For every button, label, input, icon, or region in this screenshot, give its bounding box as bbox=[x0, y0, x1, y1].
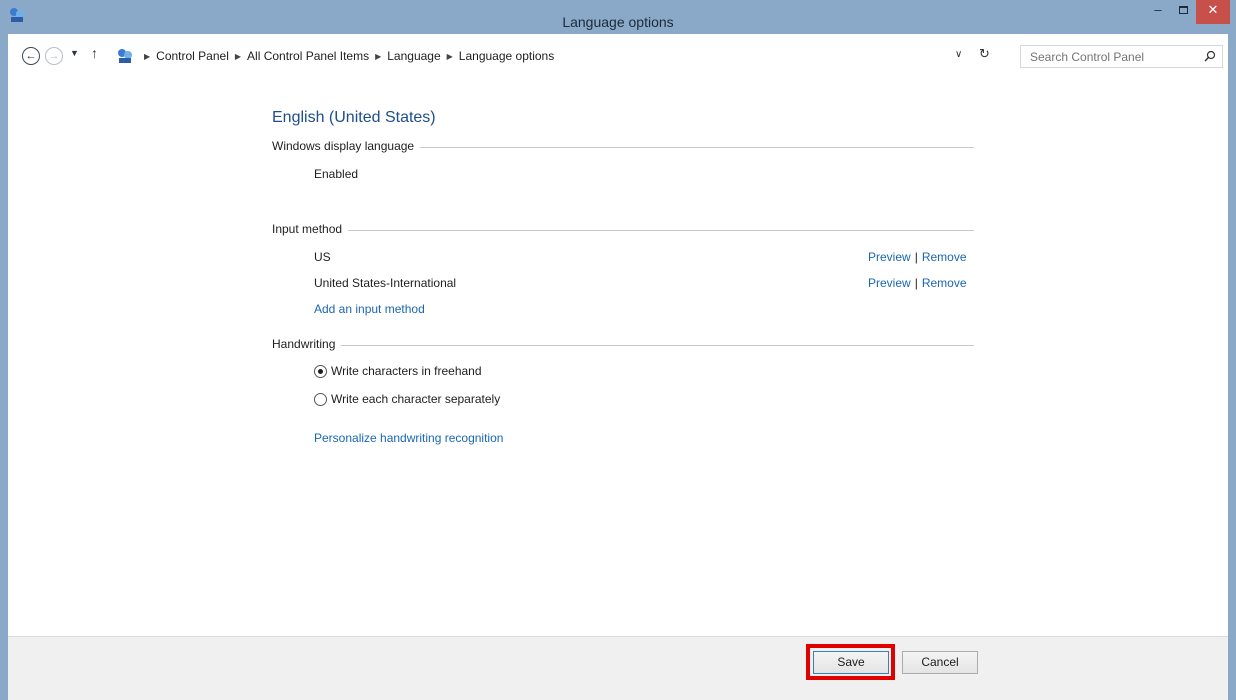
main-content: English (United States) Windows display … bbox=[8, 78, 1228, 636]
radio-label[interactable]: Write each character separately bbox=[331, 392, 500, 406]
radio-label[interactable]: Write characters in freehand bbox=[331, 364, 482, 378]
page-title: English (United States) bbox=[272, 109, 436, 126]
section-heading: Windows display language bbox=[272, 139, 421, 153]
chevron-right-icon[interactable]: ▶ bbox=[235, 52, 241, 61]
section-heading: Handwriting bbox=[272, 337, 342, 351]
link-separator: | bbox=[914, 250, 918, 264]
breadcrumb-control-panel[interactable]: Control Panel bbox=[156, 49, 229, 63]
handwriting-option-freehand[interactable]: Write characters in freehand bbox=[314, 364, 482, 378]
input-method-name: United States-International bbox=[314, 276, 457, 290]
refresh-button[interactable]: ↻ bbox=[979, 46, 990, 62]
navigation-bar: ← → ▼ ↑ ▶ Control Panel ▶ All Control Pa… bbox=[8, 34, 1228, 78]
close-button[interactable]: ✕ bbox=[1196, 0, 1230, 24]
add-input-method-link[interactable]: Add an input method bbox=[314, 302, 425, 316]
cancel-button[interactable]: Cancel bbox=[902, 651, 978, 674]
maximize-button[interactable] bbox=[1171, 0, 1195, 24]
preview-link[interactable]: Preview bbox=[868, 276, 911, 290]
radio-button[interactable] bbox=[314, 392, 327, 406]
title-bar: Language options – ✕ bbox=[0, 0, 1236, 34]
personalize-handwriting-link[interactable]: Personalize handwriting recognition bbox=[314, 431, 503, 445]
search-input[interactable] bbox=[1021, 46, 1191, 67]
link-separator: | bbox=[914, 276, 918, 290]
input-method-name: US bbox=[314, 250, 331, 264]
search-box[interactable] bbox=[1020, 45, 1223, 68]
save-button[interactable]: Save bbox=[813, 651, 889, 674]
radio-button-selected[interactable] bbox=[314, 364, 327, 378]
recent-locations-dropdown[interactable]: ▼ bbox=[70, 48, 79, 58]
breadcrumb-language[interactable]: Language bbox=[387, 49, 440, 63]
section-handwriting: Handwriting bbox=[272, 337, 974, 353]
breadcrumb-all-items[interactable]: All Control Panel Items bbox=[247, 49, 369, 63]
handwriting-option-separate[interactable]: Write each character separately bbox=[314, 392, 500, 406]
remove-link[interactable]: Remove bbox=[922, 250, 967, 264]
address-history-dropdown[interactable]: ∨ bbox=[955, 49, 962, 60]
chevron-right-icon[interactable]: ▶ bbox=[144, 52, 150, 61]
back-button[interactable]: ← bbox=[22, 47, 40, 65]
preview-link[interactable]: Preview bbox=[868, 250, 911, 264]
display-language-status: Enabled bbox=[314, 167, 359, 181]
minimize-button[interactable]: – bbox=[1146, 0, 1170, 24]
section-divider bbox=[272, 345, 974, 346]
input-method-actions: Preview | Remove bbox=[868, 250, 967, 264]
address-bar[interactable]: ▶ Control Panel ▶ All Control Panel Item… bbox=[116, 45, 1008, 67]
control-panel-window: ← → ▼ ↑ ▶ Control Panel ▶ All Control Pa… bbox=[8, 34, 1228, 700]
up-button[interactable]: ↑ bbox=[91, 45, 98, 61]
section-display-language: Windows display language bbox=[272, 139, 974, 155]
window-title: Language options bbox=[562, 14, 674, 30]
section-input-method: Input method bbox=[272, 222, 974, 238]
footer-bar: Save Cancel bbox=[8, 636, 1228, 700]
forward-button[interactable]: → bbox=[45, 47, 63, 65]
remove-link[interactable]: Remove bbox=[922, 276, 967, 290]
maximize-icon bbox=[1178, 6, 1188, 14]
search-icon[interactable] bbox=[1204, 50, 1216, 62]
control-panel-icon bbox=[118, 49, 132, 63]
breadcrumb-language-options[interactable]: Language options bbox=[459, 49, 554, 63]
section-heading: Input method bbox=[272, 222, 349, 236]
input-method-actions: Preview | Remove bbox=[868, 276, 967, 290]
chevron-right-icon[interactable]: ▶ bbox=[447, 52, 453, 61]
chevron-right-icon[interactable]: ▶ bbox=[375, 52, 381, 61]
section-divider bbox=[272, 230, 974, 231]
